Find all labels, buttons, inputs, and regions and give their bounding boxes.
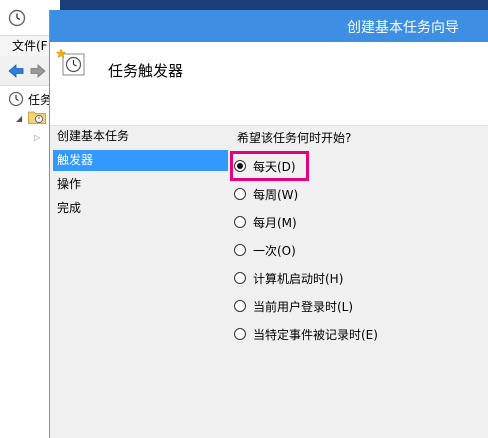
dialog-titlebar[interactable]: 创建基本任务向导 bbox=[50, 10, 488, 42]
back-arrow-icon[interactable] bbox=[8, 63, 24, 79]
option-weekly[interactable]: 每周(W) bbox=[234, 184, 298, 204]
option-once-label: 一次(O) bbox=[253, 243, 296, 258]
tree-root-item[interactable]: 任务 bbox=[8, 91, 52, 107]
step-finish[interactable]: 完成 bbox=[53, 198, 228, 219]
radio-monthly[interactable] bbox=[234, 216, 246, 228]
create-basic-task-wizard: 创建基本任务向导 任务触发器 创建基本任务 触发器 操作 完成 希望该任务何时开… bbox=[49, 10, 488, 438]
option-once[interactable]: 一次(O) bbox=[234, 240, 296, 260]
option-weekly-label: 每周(W) bbox=[253, 187, 299, 202]
option-event-logged-label: 当特定事件被记录时(E) bbox=[253, 327, 378, 342]
option-event-logged[interactable]: 当特定事件被记录时(E) bbox=[234, 324, 378, 344]
radio-user-logon[interactable] bbox=[234, 300, 246, 312]
expand-arrow-icon[interactable]: ◢ bbox=[16, 114, 22, 123]
step-trigger[interactable]: 触发器 bbox=[53, 150, 228, 171]
forward-arrow-icon[interactable] bbox=[30, 63, 46, 79]
option-user-logon-label: 当前用户登录时(L) bbox=[253, 299, 354, 314]
option-monthly-label: 每月(M) bbox=[253, 215, 297, 230]
radio-weekly[interactable] bbox=[234, 188, 246, 200]
option-user-logon[interactable]: 当前用户登录时(L) bbox=[234, 296, 353, 316]
highlight-box bbox=[230, 151, 309, 181]
dialog-header: 任务触发器 bbox=[50, 42, 488, 126]
page-title: 任务触发器 bbox=[108, 62, 184, 80]
radio-once[interactable] bbox=[234, 244, 246, 256]
radio-event-logged[interactable] bbox=[234, 328, 246, 340]
step-action[interactable]: 操作 bbox=[53, 174, 228, 195]
collapsed-arrow-icon[interactable]: ▷ bbox=[34, 133, 40, 142]
radio-computer-start[interactable] bbox=[234, 272, 246, 284]
folder-clock-icon[interactable] bbox=[28, 110, 46, 124]
trigger-question: 希望该任务何时开始? bbox=[237, 131, 352, 145]
dialog-title: 创建基本任务向导 bbox=[347, 20, 459, 36]
clock-icon bbox=[8, 91, 24, 107]
wizard-body: 创建基本任务 触发器 操作 完成 希望该任务何时开始? 每天(D) 每周(W) … bbox=[50, 126, 488, 438]
task-trigger-icon bbox=[56, 48, 85, 76]
option-computer-start[interactable]: 计算机启动时(H) bbox=[234, 268, 343, 288]
clock-icon bbox=[8, 9, 26, 27]
step-create-basic-task[interactable]: 创建基本任务 bbox=[53, 126, 228, 147]
option-monthly[interactable]: 每月(M) bbox=[234, 212, 297, 232]
option-computer-start-label: 计算机启动时(H) bbox=[253, 271, 344, 286]
